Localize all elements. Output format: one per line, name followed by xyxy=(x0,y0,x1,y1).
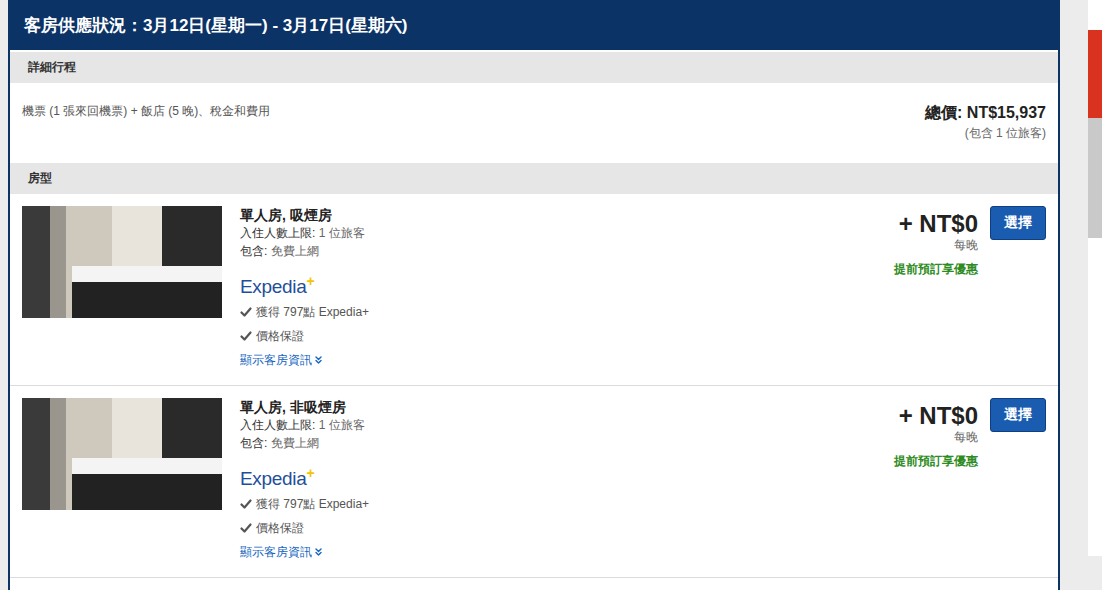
room-info: 單人房, 非吸煙房入住人數上限: 1 位旅客包含: 免費上網Expedia+獲得… xyxy=(240,398,894,567)
ad-block xyxy=(1088,118,1102,238)
itinerary-row: 機票 (1 張來回機票) + 飯店 (5 晚)、稅金和費用 總價: NT$15,9… xyxy=(10,83,1058,161)
per-night: 每晚 xyxy=(894,431,978,443)
early-booking-deal: 提前預訂享優惠 xyxy=(894,453,978,470)
expedia-logo: Expedia+ xyxy=(240,268,894,300)
price-block: + NT$0每晚提前預訂享優惠 xyxy=(894,398,978,470)
room-name: 單人房, 非吸煙房 xyxy=(240,398,894,416)
occupancy-value: 1 位旅客 xyxy=(319,418,365,432)
includes-label: 包含: xyxy=(240,244,267,258)
includes: 包含: 免費上網 xyxy=(240,242,894,260)
room-types-heading: 房型 xyxy=(10,163,1058,194)
select-button[interactable]: 選擇 xyxy=(990,398,1046,432)
points-text: 獲得 797點 Expedia+ xyxy=(256,492,369,516)
room-details-text[interactable]: 顯示客房資訊 xyxy=(240,348,312,372)
availability-panel: 客房供應狀況：3月12日(星期一) - 3月17日(星期六)詳細行程機票 (1 … xyxy=(8,0,1060,590)
itinerary-heading: 詳細行程 xyxy=(10,52,1058,83)
ad-top xyxy=(1088,0,1102,30)
guarantee-text: 價格保證 xyxy=(256,324,304,348)
room-row: 單人房, 吸煙房入住人數上限: 1 位旅客包含: 免費上網Expedia+獲得 … xyxy=(10,194,1058,386)
check-icon xyxy=(240,330,252,342)
room-photo[interactable] xyxy=(22,206,222,318)
expedia-plus: + xyxy=(307,465,315,481)
occupancy: 入住人數上限: 1 位旅客 xyxy=(240,224,894,242)
check-icon xyxy=(240,498,252,510)
guarantee-feature: 價格保證 xyxy=(240,324,894,348)
expedia-brand: Expedia xyxy=(240,276,307,297)
includes: 包含: 免費上網 xyxy=(240,434,894,452)
room-row-partial xyxy=(10,578,1058,590)
room-info: 單人房, 吸煙房入住人數上限: 1 位旅客包含: 免費上網Expedia+獲得 … xyxy=(240,206,894,375)
select-button[interactable]: 選擇 xyxy=(990,206,1046,240)
room-details-link[interactable]: 顯示客房資訊 xyxy=(240,348,894,372)
guarantee-feature: 價格保證 xyxy=(240,516,894,540)
check-icon xyxy=(240,522,252,534)
points-feature: 獲得 797點 Expedia+ xyxy=(240,492,894,516)
ad-bottom xyxy=(1088,556,1102,590)
includes-value: 免費上網 xyxy=(271,244,319,258)
expedia-plus: + xyxy=(307,273,315,289)
itinerary-description: 機票 (1 張來回機票) + 飯店 (5 晚)、稅金和費用 xyxy=(22,101,270,151)
includes-value: 免費上網 xyxy=(271,436,319,450)
room-price: + NT$0 xyxy=(894,206,978,239)
double-chevron-down-icon xyxy=(315,548,322,556)
price-column: + NT$0每晚提前預訂享優惠選擇 xyxy=(894,398,1046,567)
per-night: 每晚 xyxy=(894,239,978,251)
points-text: 獲得 797點 Expedia+ xyxy=(256,300,369,324)
occupancy-label: 入住人數上限: xyxy=(240,418,315,432)
page-margin xyxy=(1060,0,1088,590)
price-block: + NT$0每晚提前預訂享優惠 xyxy=(894,206,978,278)
room-price: + NT$0 xyxy=(894,398,978,431)
availability-title: 客房供應狀況：3月12日(星期一) - 3月17日(星期六) xyxy=(10,0,1058,50)
guarantee-text: 價格保證 xyxy=(256,516,304,540)
room-photo[interactable] xyxy=(22,398,222,510)
ad-banner[interactable] xyxy=(1088,30,1102,118)
occupancy: 入住人數上限: 1 位旅客 xyxy=(240,416,894,434)
total-price: 總價: NT$15,937 xyxy=(925,103,1046,123)
total-price-block: 總價: NT$15,937(包含 1 位旅客) xyxy=(925,101,1046,151)
price-column: + NT$0每晚提前預訂享優惠選擇 xyxy=(894,206,1046,375)
expedia-logo: Expedia+ xyxy=(240,460,894,492)
room-row: 單人房, 非吸煙房入住人數上限: 1 位旅客包含: 免費上網Expedia+獲得… xyxy=(10,386,1058,578)
room-details-link[interactable]: 顯示客房資訊 xyxy=(240,540,894,564)
room-name: 單人房, 吸煙房 xyxy=(240,206,894,224)
double-chevron-down-icon xyxy=(315,356,322,364)
expedia-brand: Expedia xyxy=(240,468,307,489)
side-ad-strip xyxy=(1088,0,1102,590)
includes-label: 包含: xyxy=(240,436,267,450)
check-icon xyxy=(240,306,252,318)
points-feature: 獲得 797點 Expedia+ xyxy=(240,300,894,324)
occupancy-value: 1 位旅客 xyxy=(319,226,365,240)
ad-space xyxy=(1088,238,1102,556)
early-booking-deal: 提前預訂享優惠 xyxy=(894,261,978,278)
traveler-count: (包含 1 位旅客) xyxy=(925,123,1046,143)
occupancy-label: 入住人數上限: xyxy=(240,226,315,240)
room-details-text[interactable]: 顯示客房資訊 xyxy=(240,540,312,564)
